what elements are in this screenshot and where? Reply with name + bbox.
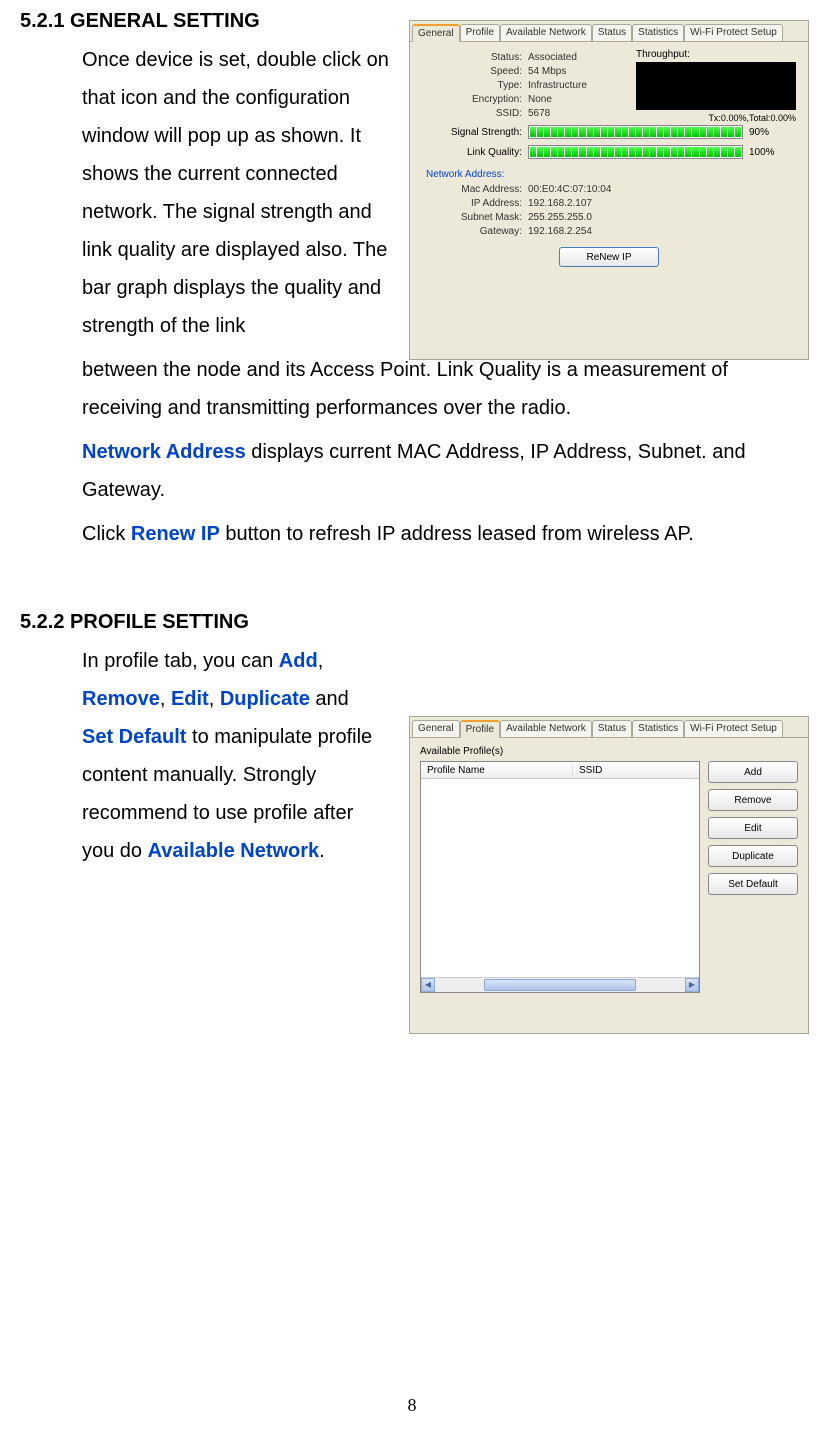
gateway-label: Gateway: xyxy=(422,226,528,237)
section-2-intro: In profile tab, you can xyxy=(82,650,273,672)
section-1-p3: Click Renew IP button to refresh IP addr… xyxy=(82,515,804,553)
and-text: and xyxy=(310,688,349,710)
tab2-general[interactable]: General xyxy=(412,720,460,737)
speed-value: 54 Mbps xyxy=(528,66,566,77)
ip-value: 192.168.2.107 xyxy=(528,198,592,209)
set-default-button[interactable]: Set Default xyxy=(708,873,798,895)
tab-status[interactable]: Status xyxy=(592,24,632,41)
type-label: Type: xyxy=(422,80,528,91)
renew-ip-button[interactable]: ReNew IP xyxy=(559,247,659,267)
page-number: 8 xyxy=(0,1395,824,1416)
tab2-statistics[interactable]: Statistics xyxy=(632,720,684,737)
profile-buttons: Add Remove Edit Duplicate Set Default xyxy=(708,761,798,993)
signal-strength-label: Signal Strength: xyxy=(422,127,528,138)
profile-list[interactable]: Profile Name SSID ◀ ▶ xyxy=(420,761,700,993)
link-quality-label: Link Quality: xyxy=(422,147,528,158)
ssid-label: SSID: xyxy=(422,108,528,119)
mac-value: 00:E0:4C:07:10:04 xyxy=(528,184,611,195)
throughput-graph xyxy=(636,62,796,110)
duplicate-button[interactable]: Duplicate xyxy=(708,845,798,867)
general-setting-screenshot: General Profile Available Network Status… xyxy=(409,20,809,360)
renew-ip-term: Renew IP xyxy=(131,523,220,545)
network-address-label: Network Address: xyxy=(426,169,796,180)
link-quality-percent: 100% xyxy=(749,147,775,158)
remove-term: Remove xyxy=(82,688,160,710)
tab-profile[interactable]: Profile xyxy=(460,24,500,41)
encryption-value: None xyxy=(528,94,552,105)
encryption-label: Encryption: xyxy=(422,94,528,105)
throughput-label: Throughput: xyxy=(636,49,796,60)
available-network-term: Available Network xyxy=(148,840,320,862)
status-label: Status: xyxy=(422,52,528,63)
throughput-stats: Tx:0.00%,Total:0.00% xyxy=(636,113,796,123)
signal-strength-percent: 90% xyxy=(749,127,769,138)
duplicate-term: Duplicate xyxy=(220,688,310,710)
link-quality-bar xyxy=(528,145,743,159)
tab-available-network[interactable]: Available Network xyxy=(500,24,592,41)
scroll-right-icon[interactable]: ▶ xyxy=(685,978,699,992)
horizontal-scrollbar[interactable]: ◀ ▶ xyxy=(421,977,699,992)
network-address-term: Network Address xyxy=(82,441,246,463)
available-profiles-label: Available Profile(s) xyxy=(420,746,798,757)
col-profile-name[interactable]: Profile Name xyxy=(421,765,573,776)
section-1-p1b: between the node and its Access Point. L… xyxy=(82,351,804,427)
ssid-value: 5678 xyxy=(528,108,550,119)
tab2-profile[interactable]: Profile xyxy=(460,720,500,738)
section-2-heading: 5.2.2 PROFILE SETTING xyxy=(20,611,804,634)
section-2-period: . xyxy=(319,840,325,862)
col-ssid[interactable]: SSID xyxy=(573,765,699,776)
profile-setting-screenshot: General Profile Available Network Status… xyxy=(409,716,809,1034)
edit-button[interactable]: Edit xyxy=(708,817,798,839)
mac-label: Mac Address: xyxy=(422,184,528,195)
type-value: Infrastructure xyxy=(528,80,587,91)
tab-wifi-protect-setup[interactable]: Wi-Fi Protect Setup xyxy=(684,24,783,41)
profile-list-header: Profile Name SSID xyxy=(421,762,699,779)
edit-term: Edit xyxy=(171,688,209,710)
tab-statistics[interactable]: Statistics xyxy=(632,24,684,41)
tab-general[interactable]: General xyxy=(412,24,460,42)
section-1-p3-post: button to refresh IP address leased from… xyxy=(220,523,694,545)
tabs-row: General Profile Available Network Status… xyxy=(410,21,808,42)
throughput-panel: Throughput: Tx:0.00%,Total:0.00% xyxy=(636,49,796,123)
set-default-term: Set Default xyxy=(82,726,186,748)
section-1-p2: Network Address displays current MAC Add… xyxy=(82,433,804,509)
status-value: Associated xyxy=(528,52,577,63)
tab2-available-network[interactable]: Available Network xyxy=(500,720,592,737)
scroll-thumb[interactable] xyxy=(484,979,636,991)
add-button[interactable]: Add xyxy=(708,761,798,783)
add-term: Add xyxy=(279,650,318,672)
section-2-body: In profile tab, you can Add, Remove, Edi… xyxy=(82,642,382,870)
tabs-row-2: General Profile Available Network Status… xyxy=(410,717,808,738)
section-1-p3-pre: Click xyxy=(82,523,131,545)
signal-strength-bar xyxy=(528,125,743,139)
gateway-value: 192.168.2.254 xyxy=(528,226,592,237)
scroll-track[interactable] xyxy=(435,978,685,992)
tab2-status[interactable]: Status xyxy=(592,720,632,737)
subnet-label: Subnet Mask: xyxy=(422,212,528,223)
tab2-wifi-protect-setup[interactable]: Wi-Fi Protect Setup xyxy=(684,720,783,737)
speed-label: Speed: xyxy=(422,66,528,77)
section-1-p1a: Once device is set, double click on that… xyxy=(82,41,402,345)
subnet-value: 255.255.255.0 xyxy=(528,212,592,223)
remove-button[interactable]: Remove xyxy=(708,789,798,811)
scroll-left-icon[interactable]: ◀ xyxy=(421,978,435,992)
ip-label: IP Address: xyxy=(422,198,528,209)
